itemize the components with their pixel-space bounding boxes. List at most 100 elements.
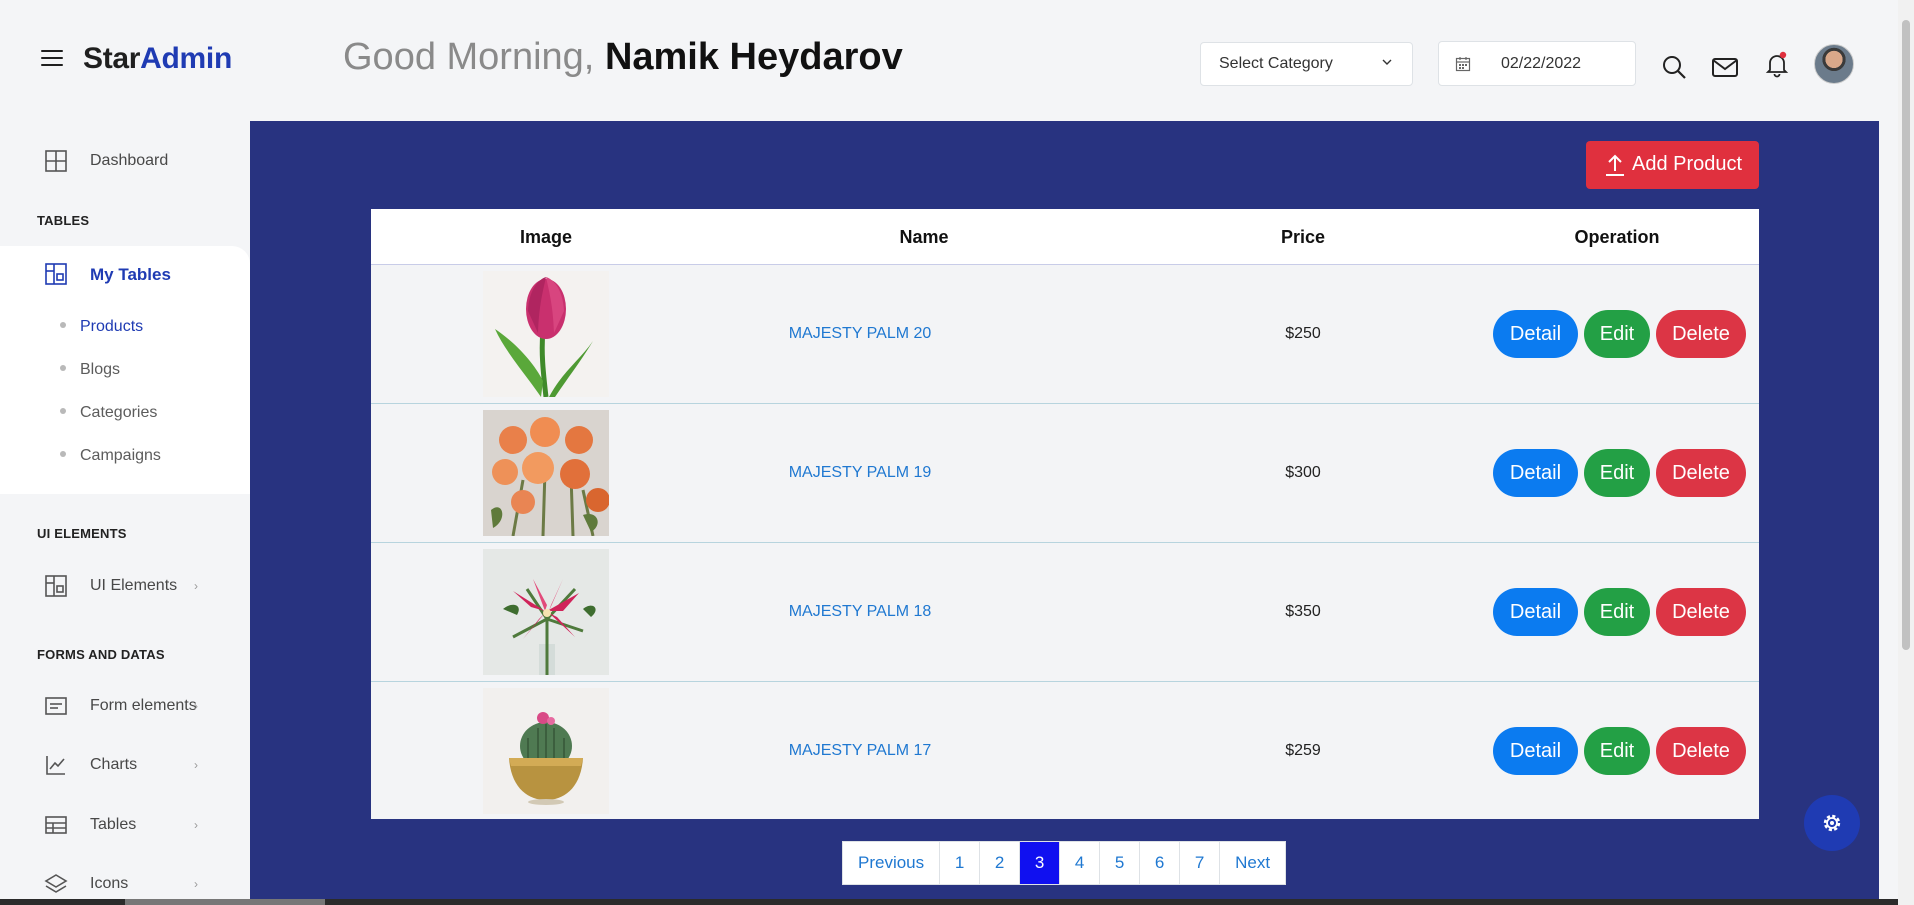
table-row: MAJESTY PALM 20 $250 Detail Edit Delete xyxy=(371,265,1759,404)
detail-button[interactable]: Detail xyxy=(1493,310,1578,358)
chevron-right-icon: › xyxy=(194,758,198,772)
sidebar-subitem-campaigns[interactable]: Campaigns xyxy=(60,447,161,465)
sidebar-item-label: Dashboard xyxy=(90,152,169,169)
layout-icon xyxy=(45,575,67,597)
sidebar-item-label: UI Elements xyxy=(90,577,178,594)
search-icon[interactable] xyxy=(1659,52,1689,82)
product-price: $300 xyxy=(1285,464,1321,481)
date-value: 02/22/2022 xyxy=(1501,55,1582,72)
detail-button[interactable]: Detail xyxy=(1493,588,1578,636)
delete-button[interactable]: Delete xyxy=(1656,727,1746,775)
delete-button[interactable]: Delete xyxy=(1656,588,1746,636)
sidebar-item-charts[interactable]: Charts › xyxy=(0,741,250,789)
detail-button[interactable]: Detail xyxy=(1493,449,1578,497)
vertical-scrollbar[interactable] xyxy=(1898,0,1914,905)
edit-button[interactable]: Edit xyxy=(1584,588,1650,636)
row-actions: Detail Edit Delete xyxy=(1493,310,1746,358)
sidebar-subitem-label: Categories xyxy=(80,404,158,421)
sidebar-subitem-products[interactable]: Products xyxy=(60,318,143,336)
detail-button[interactable]: Detail xyxy=(1493,727,1578,775)
product-image-lily xyxy=(483,549,609,675)
column-header-image: Image xyxy=(519,227,573,247)
settings-fab[interactable] xyxy=(1804,795,1860,851)
scrollbar-thumb[interactable] xyxy=(125,899,325,905)
products-table: Image Name Price Operation MAJESTY PALM … xyxy=(371,209,1759,819)
table-row: MAJESTY PALM 17 $259 Detail Edit Delete xyxy=(371,682,1759,819)
brand-part2: Admin xyxy=(140,42,232,75)
greeting: Good Morning, Namik Heydarov xyxy=(343,36,903,79)
table-header: Image Name Price Operation xyxy=(371,209,1759,265)
chevron-right-icon: › xyxy=(194,877,198,891)
product-price: $250 xyxy=(1285,325,1321,342)
bell-icon[interactable] xyxy=(1762,49,1792,79)
pagination-page-5[interactable]: 5 xyxy=(1100,842,1141,884)
product-price: $350 xyxy=(1285,603,1321,620)
greeting-user-name: Namik Heydarov xyxy=(604,36,903,78)
table-row: MAJESTY PALM 19 $300 Detail Edit Delete xyxy=(371,404,1759,543)
pagination-page-7[interactable]: 7 xyxy=(1180,842,1221,884)
section-heading-forms: FORMS AND DATAS xyxy=(37,647,165,662)
table-icon xyxy=(45,816,67,834)
greeting-prefix: Good Morning, xyxy=(343,36,595,78)
delete-button[interactable]: Delete xyxy=(1656,449,1746,497)
sidebar-item-tables[interactable]: Tables › xyxy=(0,801,250,849)
column-header-operation: Operation xyxy=(1574,227,1660,247)
sidebar-item-my-tables[interactable]: My Tables xyxy=(0,250,250,298)
sidebar-item-form-elements[interactable]: Form elements › xyxy=(0,682,250,730)
section-heading-tables: TABLES xyxy=(37,213,90,228)
column-header-price: Price xyxy=(1280,227,1326,247)
pagination: Previous 1 2 3 4 5 6 7 Next xyxy=(842,841,1287,885)
sidebar-subitem-blogs[interactable]: Blogs xyxy=(60,361,120,379)
pagination-page-4[interactable]: 4 xyxy=(1060,842,1101,884)
product-name-link[interactable]: MAJESTY PALM 20 xyxy=(789,325,932,343)
scrollbar-thumb[interactable] xyxy=(1902,20,1910,650)
form-card-icon xyxy=(45,697,67,715)
sidebar-item-label: My Tables xyxy=(90,265,171,284)
delete-button[interactable]: Delete xyxy=(1656,310,1746,358)
bullet-icon xyxy=(60,407,66,414)
sidebar-subitem-label: Campaigns xyxy=(80,447,161,464)
category-select[interactable]: Select Category xyxy=(1200,42,1413,86)
pagination-next[interactable]: Next xyxy=(1220,842,1285,884)
calendar-icon xyxy=(1455,57,1471,72)
row-actions: Detail Edit Delete xyxy=(1493,588,1746,636)
edit-button[interactable]: Edit xyxy=(1584,727,1650,775)
dashboard-grid-icon xyxy=(45,150,67,172)
section-heading-ui: UI ELEMENTS xyxy=(37,526,127,541)
pagination-page-1[interactable]: 1 xyxy=(940,842,981,884)
pagination-page-2[interactable]: 2 xyxy=(980,842,1021,884)
sidebar-item-dashboard[interactable]: Dashboard xyxy=(0,137,250,185)
main-content: Add Product Image Name Price Operation M… xyxy=(250,121,1879,905)
product-image-roses xyxy=(483,410,609,536)
mail-icon[interactable] xyxy=(1710,52,1740,82)
horizontal-scrollbar[interactable] xyxy=(0,899,1898,905)
sidebar-item-label: Form elements xyxy=(90,697,197,714)
sidebar: Dashboard TABLES My Tables Products Blog… xyxy=(0,121,250,905)
bullet-icon xyxy=(60,321,66,328)
user-avatar[interactable] xyxy=(1814,44,1854,84)
pagination-page-6[interactable]: 6 xyxy=(1140,842,1181,884)
sidebar-subitem-categories[interactable]: Categories xyxy=(60,404,157,422)
add-product-button[interactable]: Add Product xyxy=(1586,141,1759,189)
bullet-icon xyxy=(60,450,66,457)
product-name-link[interactable]: MAJESTY PALM 19 xyxy=(789,464,932,482)
pagination-previous[interactable]: Previous xyxy=(843,842,941,884)
upload-icon xyxy=(1606,154,1624,176)
layers-icon xyxy=(44,874,68,893)
chevron-right-icon: › xyxy=(194,699,198,713)
edit-button[interactable]: Edit xyxy=(1584,310,1650,358)
sidebar-item-ui-elements[interactable]: UI Elements › xyxy=(0,562,250,610)
product-name-link[interactable]: MAJESTY PALM 18 xyxy=(789,603,932,621)
table-layout-icon xyxy=(45,263,67,285)
edit-button[interactable]: Edit xyxy=(1584,449,1650,497)
tables-submenu: My Tables Products Blogs Categories Camp… xyxy=(0,246,250,494)
brand-logo[interactable]: StarAdmin xyxy=(83,42,232,76)
date-picker[interactable]: 02/22/2022 xyxy=(1438,41,1636,86)
sidebar-item-label: Charts xyxy=(90,756,138,773)
menu-toggle-icon[interactable] xyxy=(41,50,63,68)
product-image-cactus xyxy=(483,688,609,814)
product-name-link[interactable]: MAJESTY PALM 17 xyxy=(789,742,932,760)
top-navbar: StarAdmin Good Morning, Namik Heydarov S… xyxy=(0,0,1898,121)
chevron-down-icon xyxy=(1382,59,1392,65)
pagination-page-3-current[interactable]: 3 xyxy=(1020,842,1061,884)
